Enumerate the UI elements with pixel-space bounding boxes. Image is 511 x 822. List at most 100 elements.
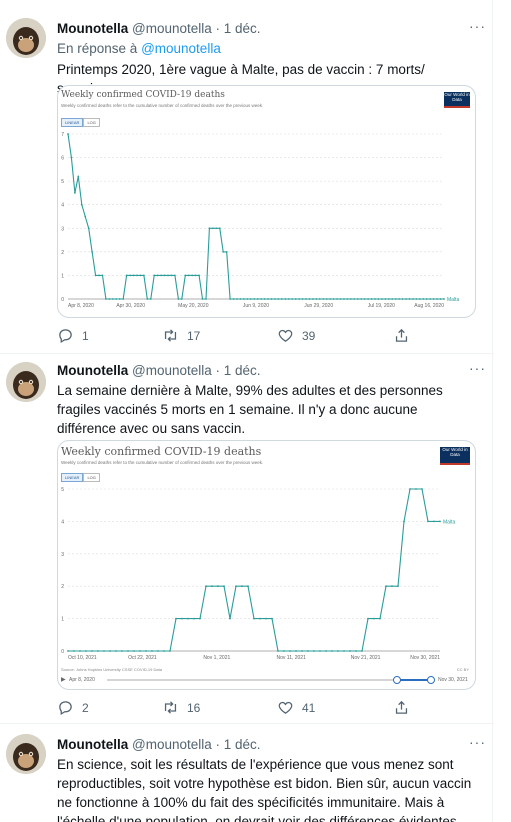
data-point (127, 650, 129, 652)
data-point (105, 298, 107, 300)
avatar[interactable] (6, 362, 46, 402)
data-point (191, 274, 194, 277)
data-point (319, 650, 321, 652)
data-point (391, 585, 393, 588)
y-tick-label: 5 (61, 179, 64, 185)
data-point (349, 298, 352, 300)
data-point (146, 298, 149, 300)
tweet-actions: 2 16 41 (57, 699, 477, 717)
data-point (367, 298, 370, 300)
data-point (403, 520, 405, 523)
reply-button[interactable]: 1 (57, 327, 89, 344)
retweet-button[interactable]: 17 (162, 327, 200, 344)
data-point (325, 298, 328, 300)
data-point (312, 298, 314, 300)
display-name[interactable]: Mounotella (57, 737, 128, 752)
reply-handle-link[interactable]: @mounotella (141, 41, 221, 56)
data-point (79, 650, 81, 652)
data-point (415, 298, 418, 300)
data-point (229, 298, 232, 300)
data-point (175, 617, 177, 620)
tweet[interactable]: Mounotella @mounotella · 1 déc. ··· En r… (0, 0, 494, 354)
avatar[interactable] (6, 18, 46, 58)
data-point (263, 298, 266, 300)
data-point (174, 274, 176, 277)
data-point (73, 192, 76, 194)
tweet-date[interactable]: · 1 déc. (216, 737, 261, 752)
data-point (253, 298, 256, 300)
data-point (222, 250, 225, 253)
y-tick-label: 2 (61, 584, 64, 590)
y-tick-label: 1 (61, 617, 64, 623)
data-point (385, 585, 387, 588)
slider-track[interactable] (107, 679, 432, 681)
data-point (397, 585, 399, 588)
user-handle[interactable]: @mounotella (132, 21, 212, 36)
data-point (177, 298, 180, 300)
more-icon[interactable]: ··· (469, 18, 486, 34)
data-point (149, 298, 152, 300)
data-point (122, 298, 125, 300)
tweet[interactable]: Mounotella @mounotella · 1 déc. ··· En s… (0, 724, 494, 822)
display-name[interactable]: Mounotella (57, 363, 128, 378)
data-point (287, 298, 290, 300)
x-tick-label: Nov 30, 2021 (410, 655, 440, 661)
tweet-actions: 1 17 39 (57, 327, 477, 345)
x-tick-label: Apr 8, 2020 (68, 303, 94, 309)
user-handle[interactable]: @mounotella (132, 363, 212, 378)
data-point (439, 298, 442, 300)
data-point (270, 298, 273, 300)
data-point (169, 650, 171, 652)
data-point (91, 250, 94, 253)
data-point (298, 298, 301, 300)
data-point (294, 298, 297, 300)
share-icon (395, 328, 408, 342)
data-point (187, 274, 190, 277)
data-point (199, 617, 201, 620)
more-icon[interactable]: ··· (469, 360, 486, 376)
more-icon[interactable]: ··· (469, 734, 486, 750)
slider-start-label: Apr 8, 2020 (69, 677, 95, 683)
display-name[interactable]: Mounotella (57, 21, 128, 36)
data-point (360, 298, 363, 300)
data-point (80, 203, 83, 206)
data-point (121, 650, 123, 652)
chart-image[interactable]: Weekly confirmed COVID-19 deaths Weekly … (57, 85, 476, 318)
share-button[interactable] (393, 699, 410, 716)
data-point (422, 298, 425, 300)
reply-button[interactable]: 2 (57, 699, 89, 716)
data-point (118, 298, 121, 300)
play-icon[interactable]: ▶ (61, 676, 66, 683)
y-tick-label: 4 (61, 203, 64, 209)
like-button[interactable]: 41 (277, 699, 315, 716)
data-point (253, 617, 255, 620)
like-button[interactable]: 39 (277, 327, 315, 344)
slider-handle-start[interactable] (393, 676, 401, 684)
chart-image[interactable]: Weekly confirmed COVID-19 deaths Weekly … (57, 440, 476, 690)
data-point (223, 585, 225, 588)
avatar[interactable] (6, 734, 46, 774)
data-point (136, 274, 138, 277)
slider-handle-end[interactable] (427, 676, 435, 684)
user-handle[interactable]: @mounotella (132, 737, 212, 752)
data-point (265, 617, 267, 620)
data-point (409, 488, 411, 490)
retweet-button[interactable]: 16 (162, 699, 200, 716)
tweet-date[interactable]: · 1 déc. (216, 363, 261, 378)
data-point (329, 298, 332, 300)
share-button[interactable] (393, 327, 410, 344)
time-slider[interactable]: ▶ Apr 8, 2020 Nov 30, 2021 (61, 675, 471, 685)
data-point (284, 298, 287, 300)
data-point (85, 650, 87, 652)
tweet[interactable]: Mounotella @mounotella · 1 déc. ··· La s… (0, 354, 494, 724)
data-point (332, 298, 335, 300)
y-tick-label: 0 (61, 297, 64, 303)
data-point (301, 298, 304, 300)
tweet-date[interactable]: · 1 déc. (216, 21, 261, 36)
data-point (361, 650, 363, 652)
data-point (170, 274, 173, 277)
data-point (412, 298, 414, 300)
data-point (295, 650, 297, 652)
retweet-icon (164, 329, 177, 342)
data-point (247, 585, 249, 588)
